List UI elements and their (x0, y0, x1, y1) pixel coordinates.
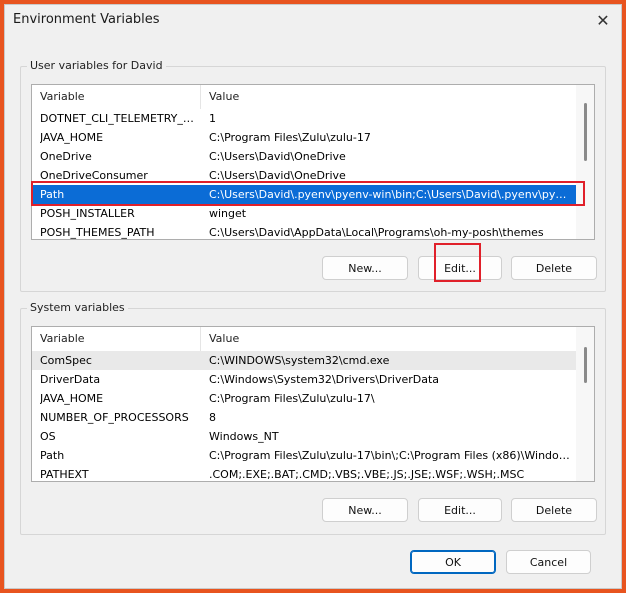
variable-cell: JAVA_HOME (40, 392, 104, 405)
table-row[interactable]: JAVA_HOME C:\Program Files\Zulu\zulu-17 (32, 128, 576, 147)
dialog-title: Environment Variables (13, 12, 160, 27)
variable-cell: NUMBER_OF_PROCESSORS (40, 411, 189, 424)
user-edit-button[interactable]: Edit... (418, 256, 502, 280)
variable-cell: OneDriveConsumer (40, 169, 148, 182)
close-icon: ✕ (596, 10, 610, 30)
value-cell: C:\WINDOWS\system32\cmd.exe (209, 354, 390, 367)
value-cell: winget (209, 207, 247, 220)
system-variables-list[interactable]: Variable Value ComSpec C:\WINDOWS\system… (31, 326, 595, 482)
value-cell: C:\Program Files\Zulu\zulu-17\bin\;C:\Pr… (209, 449, 570, 462)
value-cell: 1 (209, 112, 216, 125)
user-variables-rows: DOTNET_CLI_TELEMETRY_O... 1 JAVA_HOME C:… (32, 109, 576, 239)
value-cell: Windows_NT (209, 430, 279, 443)
ok-button[interactable]: OK (410, 550, 496, 574)
variable-cell: DOTNET_CLI_TELEMETRY_O... (40, 112, 195, 125)
table-row[interactable]: OneDrive C:\Users\David\OneDrive (32, 147, 576, 166)
variable-cell: POSH_THEMES_PATH (40, 226, 155, 239)
value-cell: C:\Users\David\OneDrive (209, 169, 346, 182)
system-variables-rows: ComSpec C:\WINDOWS\system32\cmd.exe Driv… (32, 351, 576, 481)
value-cell: C:\Windows\System32\Drivers\DriverData (209, 373, 440, 386)
value-cell: C:\Users\David\.pyenv\pyenv-win\bin;C:\U… (209, 188, 570, 201)
user-new-button[interactable]: New... (322, 256, 408, 280)
user-variables-label: User variables for David (27, 59, 166, 72)
variable-cell: POSH_INSTALLER (40, 207, 135, 220)
value-cell: C:\Users\David\OneDrive (209, 150, 346, 163)
value-cell: C:\Program Files\Zulu\zulu-17\ (209, 392, 375, 405)
user-list-header: Variable Value (32, 85, 576, 109)
user-variables-group: User variables for David Variable Value … (20, 59, 606, 292)
table-row[interactable]: Path C:\Program Files\Zulu\zulu-17\bin\;… (32, 446, 576, 465)
table-row[interactable]: NUMBER_OF_PROCESSORS 8 (32, 408, 576, 427)
variable-cell: Path (40, 449, 65, 462)
scrollbar-thumb[interactable] (584, 347, 587, 383)
environment-variables-dialog: Environment Variables ✕ User variables f… (4, 4, 622, 589)
close-button[interactable]: ✕ (585, 5, 621, 35)
column-header-value[interactable]: Value (201, 327, 576, 351)
variable-cell: JAVA_HOME (40, 131, 104, 144)
cancel-button[interactable]: Cancel (506, 550, 591, 574)
system-variables-label: System variables (27, 301, 128, 314)
table-row[interactable]: POSH_THEMES_PATH C:\Users\David\AppData\… (32, 223, 576, 239)
user-list-scrollbar[interactable] (576, 85, 594, 239)
user-delete-button[interactable]: Delete (511, 256, 597, 280)
table-row[interactable]: OneDriveConsumer C:\Users\David\OneDrive (32, 166, 576, 185)
user-variables-list[interactable]: Variable Value DOTNET_CLI_TELEMETRY_O...… (31, 84, 595, 240)
column-header-variable[interactable]: Variable (32, 327, 201, 351)
value-cell: C:\Program Files\Zulu\zulu-17 (209, 131, 371, 144)
variable-cell: ComSpec (40, 354, 92, 367)
system-list-header: Variable Value (32, 327, 576, 351)
system-list-scrollbar[interactable] (576, 327, 594, 481)
value-cell: 8 (209, 411, 216, 424)
title-bar: Environment Variables ✕ (5, 5, 621, 35)
table-row[interactable]: JAVA_HOME C:\Program Files\Zulu\zulu-17\ (32, 389, 576, 408)
table-row[interactable]: POSH_INSTALLER winget (32, 204, 576, 223)
system-delete-button[interactable]: Delete (511, 498, 597, 522)
table-row[interactable]: OS Windows_NT (32, 427, 576, 446)
table-row-selected[interactable]: Path C:\Users\David\.pyenv\pyenv-win\bin… (32, 185, 576, 204)
scrollbar-thumb[interactable] (584, 103, 587, 161)
value-cell: C:\Users\David\AppData\Local\Programs\oh… (209, 226, 544, 239)
value-cell: .COM;.EXE;.BAT;.CMD;.VBS;.VBE;.JS;.JSE;.… (209, 468, 525, 481)
table-row[interactable]: DriverData C:\Windows\System32\Drivers\D… (32, 370, 576, 389)
column-header-value[interactable]: Value (201, 85, 576, 109)
table-row[interactable]: PATHEXT .COM;.EXE;.BAT;.CMD;.VBS;.VBE;.J… (32, 465, 576, 481)
system-new-button[interactable]: New... (322, 498, 408, 522)
variable-cell: Path (40, 188, 65, 201)
variable-cell: DriverData (40, 373, 101, 386)
table-row[interactable]: DOTNET_CLI_TELEMETRY_O... 1 (32, 109, 576, 128)
system-edit-button[interactable]: Edit... (418, 498, 502, 522)
system-variables-group: System variables Variable Value ComSpec … (20, 301, 606, 535)
column-header-variable[interactable]: Variable (32, 85, 201, 109)
table-row[interactable]: ComSpec C:\WINDOWS\system32\cmd.exe (32, 351, 576, 370)
variable-cell: OS (40, 430, 56, 443)
variable-cell: PATHEXT (40, 468, 89, 481)
variable-cell: OneDrive (40, 150, 92, 163)
